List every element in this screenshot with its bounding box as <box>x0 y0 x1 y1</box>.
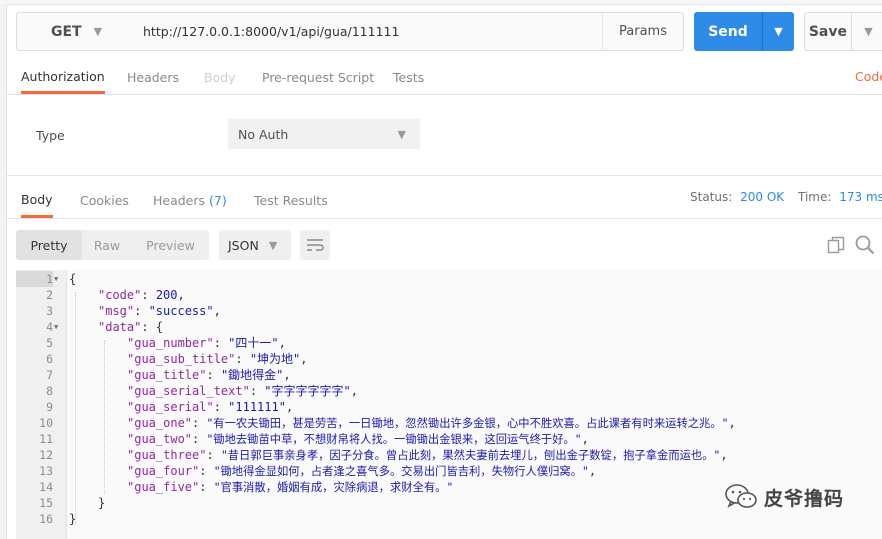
tab-body[interactable]: Body <box>204 62 236 92</box>
send-button[interactable]: Send ▼ <box>694 12 794 51</box>
top-tab-strip <box>0 0 882 5</box>
status-label: Status: <box>690 190 733 204</box>
tab-cookies[interactable]: Cookies <box>80 184 129 216</box>
copy-icon[interactable] <box>826 235 846 255</box>
preview-button[interactable]: Preview <box>132 230 209 260</box>
tab-headers[interactable]: Headers <box>127 62 179 92</box>
auth-type-value: No Auth <box>238 126 289 142</box>
request-tabs: Authorization Headers Body Pre-request S… <box>6 62 882 95</box>
time-value[interactable]: 173 ms <box>839 190 882 204</box>
indent-guide <box>104 340 105 494</box>
json-gua-serial-text: "字字字字字字" <box>264 384 351 398</box>
indent-guide <box>75 292 76 526</box>
postman-window: GET ▼ http://127.0.0.1:8000/v1/api/gua/1… <box>0 0 882 539</box>
send-options-chevron-icon[interactable]: ▼ <box>762 12 794 51</box>
time-indicator: Time: 173 ms <box>798 190 882 204</box>
status-indicator: Status: 200 OK <box>690 190 784 204</box>
pretty-button[interactable]: Pretty <box>16 230 82 260</box>
method-label: GET <box>51 23 82 40</box>
code-line: 1 ▼ { <box>16 271 882 287</box>
json-gua-sub-title: "坤为地" <box>249 352 301 366</box>
tab-response-headers[interactable]: Headers (7) <box>153 184 227 216</box>
authorization-panel: Type No Auth ▼ <box>6 95 882 176</box>
params-button[interactable]: Params <box>602 12 684 51</box>
tab-test-results[interactable]: Test Results <box>254 184 328 216</box>
wechat-icon <box>725 484 757 508</box>
headers-count-badge: (7) <box>209 192 227 208</box>
view-mode-group: Pretty Raw Preview <box>16 230 209 260</box>
wrap-lines-icon <box>307 239 324 251</box>
search-icon[interactable] <box>854 234 876 256</box>
auth-type-select[interactable]: No Auth ▼ <box>228 119 420 149</box>
tab-pre-request-script[interactable]: Pre-request Script <box>262 62 374 92</box>
watermark-text: 皮爷撸码 <box>764 487 845 510</box>
format-value: JSON <box>228 237 259 253</box>
tab-authorization[interactable]: Authorization <box>21 62 105 94</box>
save-button[interactable]: Save ▼ <box>804 12 882 51</box>
wrap-lines-button[interactable] <box>300 230 330 260</box>
json-gua-serial: "111111" <box>228 400 286 414</box>
json-gua-four: "锄地得金显如何，占者逢之喜气多。交易出门皆吉利，失物行人僕归窝。" <box>213 465 589 478</box>
status-value[interactable]: 200 OK <box>740 190 784 204</box>
save-label[interactable]: Save <box>805 13 851 50</box>
auth-type-label: Type <box>36 128 65 143</box>
url-input[interactable]: http://127.0.0.1:8000/v1/api/gua/111111 <box>131 12 603 51</box>
tab-tests[interactable]: Tests <box>393 62 424 92</box>
json-gua-three: "昔日郭巨事亲身孝，因子分食。曾占此刻，果然夫妻前去埋儿，刨出金子数锭，抱子拿金… <box>220 449 721 462</box>
chevron-down-icon: ▼ <box>397 127 406 141</box>
send-label[interactable]: Send <box>694 12 762 51</box>
wechat-watermark: 皮爷撸码 <box>724 483 844 511</box>
chevron-down-icon: ▼ <box>268 238 278 252</box>
code-link[interactable]: Code <box>855 69 882 84</box>
json-msg-value: "success" <box>148 304 214 318</box>
time-label: Time: <box>798 190 832 204</box>
fold-toggle-icon[interactable]: ▼ <box>54 271 58 287</box>
fold-toggle-icon[interactable]: ▼ <box>54 319 58 335</box>
json-gua-two: "锄地去锄苗中草，不想财帛将人找。一锄锄出金银来，这回运气终于好。" <box>206 433 582 446</box>
json-gua-title: "鋤地得金" <box>220 368 284 382</box>
url-text: http://127.0.0.1:8000/v1/api/gua/111111 <box>143 24 400 39</box>
method-select[interactable]: GET ▼ <box>16 12 132 51</box>
save-options-chevron-icon[interactable]: ▼ <box>850 13 882 50</box>
format-select[interactable]: JSON ▼ <box>219 230 291 260</box>
json-gua-number: "四十一" <box>228 336 279 350</box>
tab-response-body[interactable]: Body <box>21 184 53 218</box>
response-headers-label: Headers <box>153 192 206 208</box>
json-gua-five: "官事消散，婚姻有成，灾除病退，求财全有。" <box>213 481 454 494</box>
chevron-down-icon: ▼ <box>93 25 103 38</box>
json-code-value: 200 <box>155 288 178 302</box>
raw-button[interactable]: Raw <box>82 230 132 260</box>
json-gua-one: "有一农夫锄田，甚是劳苦，一日锄地，忽然锄出许多金银，心中不胜欢喜。占此课者有时… <box>206 417 729 430</box>
